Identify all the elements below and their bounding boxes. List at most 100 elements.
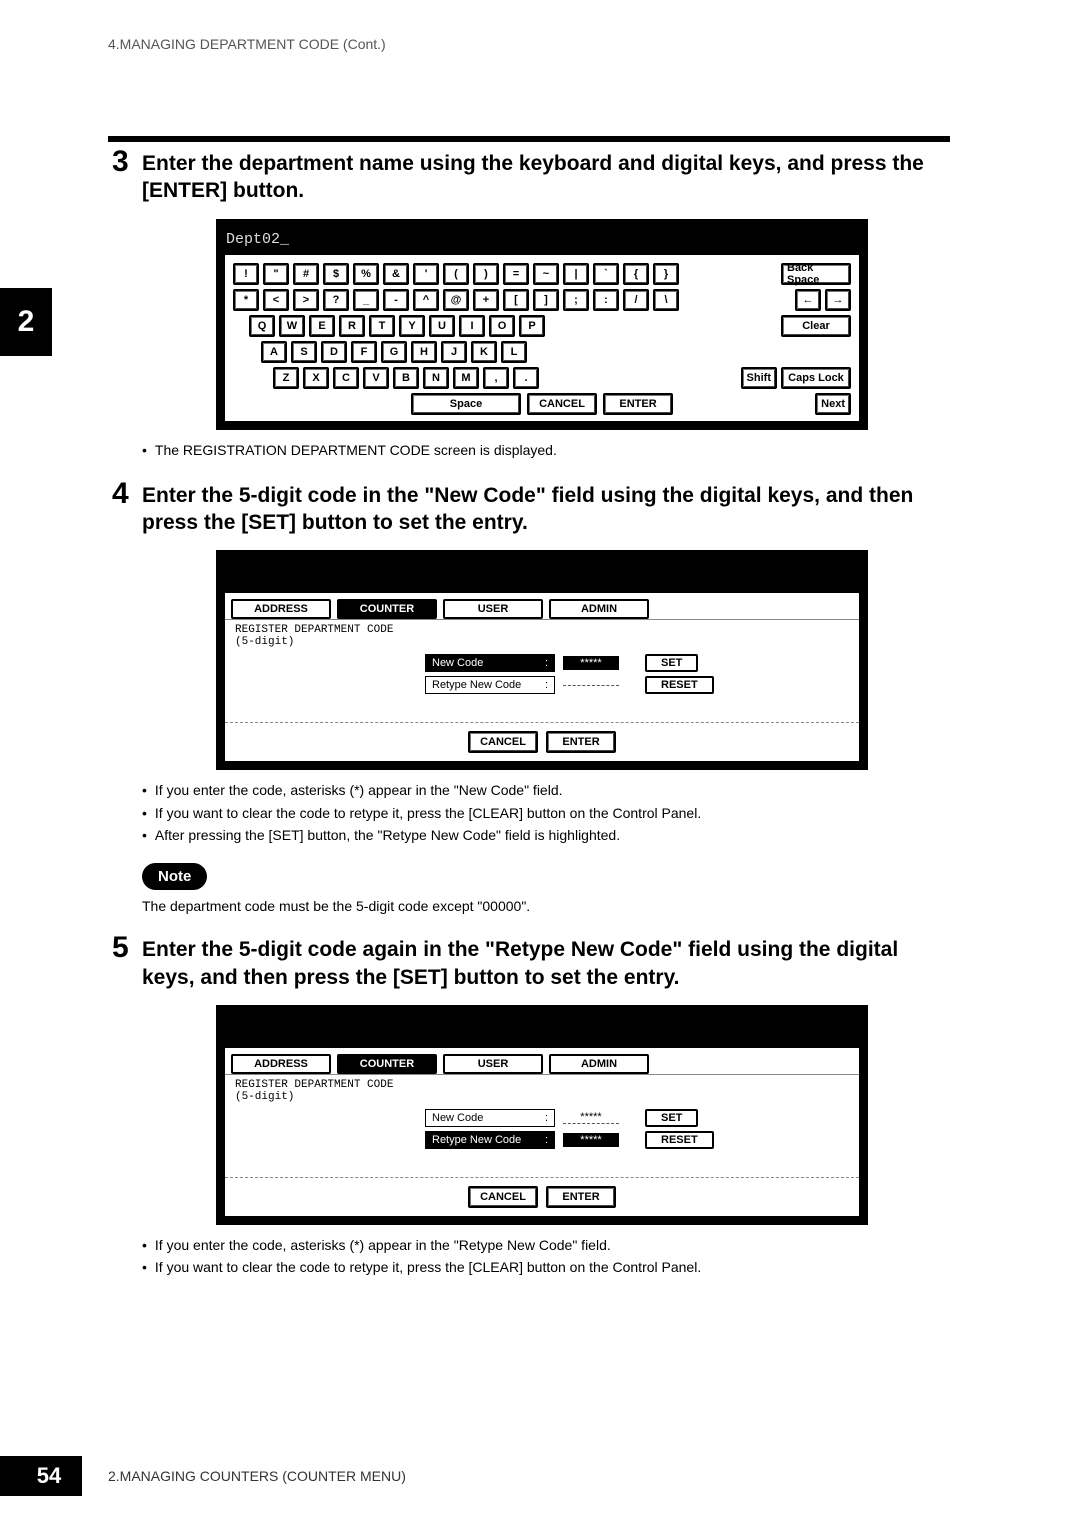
key-gt[interactable]: > [293, 289, 319, 311]
key-backtick[interactable]: ` [593, 263, 619, 285]
colon: : [545, 1134, 548, 1146]
key-next[interactable]: Next [815, 393, 851, 415]
key-y[interactable]: Y [399, 315, 425, 337]
key-caret[interactable]: ^ [413, 289, 439, 311]
reset-button[interactable]: RESET [645, 1131, 714, 1149]
key-minus[interactable]: - [383, 289, 409, 311]
key-cancel[interactable]: CANCEL [527, 393, 597, 415]
enter-button[interactable]: ENTER [546, 731, 616, 753]
key-r[interactable]: R [339, 315, 365, 337]
key-a[interactable]: A [261, 341, 287, 363]
key-exclaim[interactable]: ! [233, 263, 259, 285]
key-apos[interactable]: ' [413, 263, 439, 285]
key-rbracket[interactable]: ] [533, 289, 559, 311]
cancel-button[interactable]: CANCEL [468, 1186, 538, 1208]
key-e[interactable]: E [309, 315, 335, 337]
key-rbrace[interactable]: } [653, 263, 679, 285]
tab-address[interactable]: ADDRESS [231, 599, 331, 619]
key-tilde[interactable]: ~ [533, 263, 559, 285]
key-s[interactable]: S [291, 341, 317, 363]
key-question[interactable]: ? [323, 289, 349, 311]
key-pipe[interactable]: | [563, 263, 589, 285]
step-3: 3 Enter the department name using the ke… [108, 150, 950, 460]
key-backslash[interactable]: \ [653, 289, 679, 311]
key-u[interactable]: U [429, 315, 455, 337]
key-g[interactable]: G [381, 341, 407, 363]
tab-admin[interactable]: ADMIN [549, 599, 649, 619]
key-dollar[interactable]: $ [323, 263, 349, 285]
retype-code-field[interactable]: Retype New Code : [425, 676, 555, 694]
register-screenshot-1: ADDRESS COUNTER USER ADMIN REGISTER DEPA… [216, 550, 868, 770]
keyboard-screenshot: Dept02_ ! " # $ % & ' ( ) = ~ | ` { [216, 219, 868, 430]
key-capslock[interactable]: Caps Lock [781, 367, 851, 389]
new-code-value: ***** [563, 1111, 619, 1124]
key-at[interactable]: @ [443, 289, 469, 311]
key-arrow-right[interactable]: → [825, 289, 851, 311]
step-instruction: Enter the 5-digit code again in the "Ret… [142, 936, 950, 991]
key-lbrace[interactable]: { [623, 263, 649, 285]
step5-notes: If you enter the code, asterisks (*) app… [142, 1235, 950, 1278]
key-l[interactable]: L [501, 341, 527, 363]
key-v[interactable]: V [363, 367, 389, 389]
key-b[interactable]: B [393, 367, 419, 389]
tab-counter[interactable]: COUNTER [337, 1054, 437, 1074]
key-o[interactable]: O [489, 315, 515, 337]
key-lbracket[interactable]: [ [503, 289, 529, 311]
key-k[interactable]: K [471, 341, 497, 363]
key-amp[interactable]: & [383, 263, 409, 285]
tab-address[interactable]: ADDRESS [231, 1054, 331, 1074]
key-j[interactable]: J [441, 341, 467, 363]
step3-notes: The REGISTRATION DEPARTMENT CODE screen … [142, 440, 950, 460]
tab-user[interactable]: USER [443, 599, 543, 619]
key-dquote[interactable]: " [263, 263, 289, 285]
key-w[interactable]: W [279, 315, 305, 337]
key-n[interactable]: N [423, 367, 449, 389]
key-period[interactable]: . [513, 367, 539, 389]
key-shift[interactable]: Shift [741, 367, 777, 389]
key-i[interactable]: I [459, 315, 485, 337]
enter-button[interactable]: ENTER [546, 1186, 616, 1208]
tab-admin[interactable]: ADMIN [549, 1054, 649, 1074]
set-button[interactable]: SET [645, 1109, 698, 1127]
key-enter[interactable]: ENTER [603, 393, 673, 415]
key-space[interactable]: Space [411, 393, 521, 415]
text-input-display: Dept02_ [224, 229, 860, 254]
tab-counter[interactable]: COUNTER [337, 599, 437, 619]
key-slash[interactable]: / [623, 289, 649, 311]
key-comma[interactable]: , [483, 367, 509, 389]
reset-button[interactable]: RESET [645, 676, 714, 694]
key-p[interactable]: P [519, 315, 545, 337]
key-equals[interactable]: = [503, 263, 529, 285]
key-m[interactable]: M [453, 367, 479, 389]
step-number: 4 [112, 477, 129, 511]
key-plus[interactable]: + [473, 289, 499, 311]
key-f[interactable]: F [351, 341, 377, 363]
new-code-field[interactable]: New Code : [425, 654, 555, 672]
new-code-field[interactable]: New Code : [425, 1109, 555, 1127]
key-x[interactable]: X [303, 367, 329, 389]
key-d[interactable]: D [321, 341, 347, 363]
register-screenshot-2: ADDRESS COUNTER USER ADMIN REGISTER DEPA… [216, 1005, 868, 1225]
key-rparen[interactable]: ) [473, 263, 499, 285]
key-semicolon[interactable]: ; [563, 289, 589, 311]
set-button[interactable]: SET [645, 654, 698, 672]
tab-user[interactable]: USER [443, 1054, 543, 1074]
key-h[interactable]: H [411, 341, 437, 363]
key-c[interactable]: C [333, 367, 359, 389]
key-backspace[interactable]: Back Space [781, 263, 851, 285]
key-lparen[interactable]: ( [443, 263, 469, 285]
key-hash[interactable]: # [293, 263, 319, 285]
key-percent[interactable]: % [353, 263, 379, 285]
key-lt[interactable]: < [263, 289, 289, 311]
key-colon[interactable]: : [593, 289, 619, 311]
key-underscore[interactable]: _ [353, 289, 379, 311]
key-t[interactable]: T [369, 315, 395, 337]
key-z[interactable]: Z [273, 367, 299, 389]
key-arrow-left[interactable]: ← [795, 289, 821, 311]
key-q[interactable]: Q [249, 315, 275, 337]
step4-note-1: If you enter the code, asterisks (*) app… [152, 780, 950, 800]
cancel-button[interactable]: CANCEL [468, 731, 538, 753]
key-clear[interactable]: Clear [781, 315, 851, 337]
retype-code-field[interactable]: Retype New Code : [425, 1131, 555, 1149]
key-asterisk[interactable]: * [233, 289, 259, 311]
